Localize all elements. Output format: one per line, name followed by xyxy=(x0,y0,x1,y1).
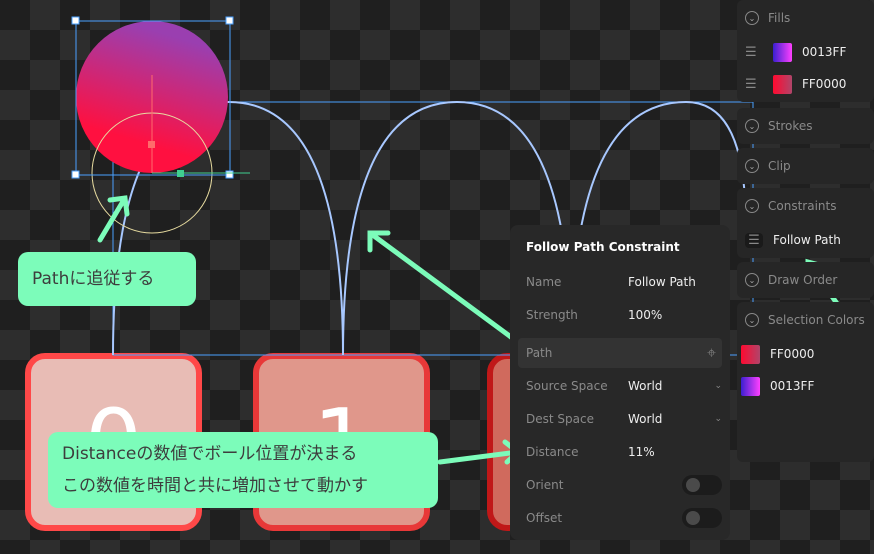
chevron-down-icon[interactable]: ⌄ xyxy=(714,381,722,391)
constraint-label: Follow Path xyxy=(773,233,841,247)
chevron-down-icon[interactable]: ⌄ xyxy=(745,159,759,173)
color-label: FF0000 xyxy=(770,347,815,361)
orient-toggle[interactable] xyxy=(682,475,722,495)
color-swatch[interactable] xyxy=(741,344,760,364)
name-field[interactable]: Follow Path xyxy=(628,275,722,289)
fill-label: FF0000 xyxy=(802,77,847,91)
chevron-down-icon[interactable]: ⌄ xyxy=(745,273,759,287)
strength-label: Strength xyxy=(526,308,578,322)
offset-label: Offset xyxy=(526,511,563,525)
sliders-icon[interactable]: ☰ xyxy=(745,232,763,248)
section-title: Clip xyxy=(768,159,791,173)
path-target-row[interactable]: Path ⌖ xyxy=(518,338,722,368)
offset-toggle[interactable] xyxy=(682,508,722,528)
sliders-icon[interactable]: ☰ xyxy=(745,77,763,92)
section-title: Selection Colors xyxy=(768,313,865,327)
name-label: Name xyxy=(526,275,562,289)
selection-colors-section: ⌄ Selection Colors FF0000 0013FF xyxy=(737,302,874,462)
fills-section: ⌄ Fills ☰ 0013FF ☰ FF0000 xyxy=(737,0,874,102)
distance-field[interactable]: 11% xyxy=(628,445,722,459)
distance-callout: Distanceの数値でボール位置が決まる この数値を時間と共に増加させて動かす xyxy=(48,432,438,508)
clip-section[interactable]: ⌄ Clip xyxy=(737,148,874,184)
distance-label: Distance xyxy=(526,445,579,459)
chevron-down-icon[interactable]: ⌄ xyxy=(745,199,759,213)
dest-space-label: Dest Space xyxy=(526,412,594,426)
popover-title: Follow Path Constraint xyxy=(526,240,680,254)
source-space-label: Source Space xyxy=(526,379,608,393)
chevron-down-icon[interactable]: ⌄ xyxy=(714,414,722,424)
section-title: Strokes xyxy=(768,119,813,133)
callout-text: この数値を時間と共に増加させて動かす xyxy=(62,476,368,496)
path-label: Path xyxy=(526,346,553,360)
callout-text: Pathに追従する xyxy=(32,269,155,289)
inspector-sidebar: ⌄ Fills ☰ 0013FF ☰ FF0000 ⌄ Strokes ⌄ Clip ⌄ C… xyxy=(737,0,874,554)
color-swatch[interactable] xyxy=(741,376,760,396)
draw-order-section[interactable]: ⌄ Draw Order xyxy=(737,262,874,298)
chevron-down-icon[interactable]: ⌄ xyxy=(745,11,759,25)
fill-item[interactable]: ☰ 0013FF xyxy=(745,36,866,68)
strength-field[interactable]: 100% xyxy=(628,308,722,322)
follow-path-constraint-popover: Follow Path Constraint Name Follow Path S… xyxy=(510,225,730,540)
color-swatch[interactable] xyxy=(773,74,792,94)
color-swatch[interactable] xyxy=(773,42,792,62)
path-callout: Pathに追従する xyxy=(18,252,196,306)
strokes-section[interactable]: ⌄ Strokes xyxy=(737,108,874,144)
fill-label: 0013FF xyxy=(802,45,847,59)
section-title: Fills xyxy=(768,11,791,25)
color-label: 0013FF xyxy=(770,379,815,393)
section-title: Constraints xyxy=(768,199,837,213)
chevron-down-icon[interactable]: ⌄ xyxy=(745,119,759,133)
dest-space-select[interactable]: World xyxy=(628,412,714,426)
orient-label: Orient xyxy=(526,478,564,492)
callout-text: Distanceの数値でボール位置が決まる xyxy=(62,444,358,464)
section-title: Draw Order xyxy=(768,273,838,287)
constraint-item-follow-path[interactable]: ☰ Follow Path xyxy=(745,224,866,256)
sliders-icon[interactable]: ☰ xyxy=(745,45,763,60)
chevron-down-icon[interactable]: ⌄ xyxy=(745,313,759,327)
source-space-select[interactable]: World xyxy=(628,379,714,393)
constraints-section: ⌄ Constraints ☰ Follow Path xyxy=(737,188,874,258)
selection-color-item[interactable]: FF0000 xyxy=(741,338,866,370)
fill-item[interactable]: ☰ FF0000 xyxy=(745,68,866,100)
crosshair-icon[interactable]: ⌖ xyxy=(707,343,716,363)
selection-color-item[interactable]: 0013FF xyxy=(741,370,866,402)
